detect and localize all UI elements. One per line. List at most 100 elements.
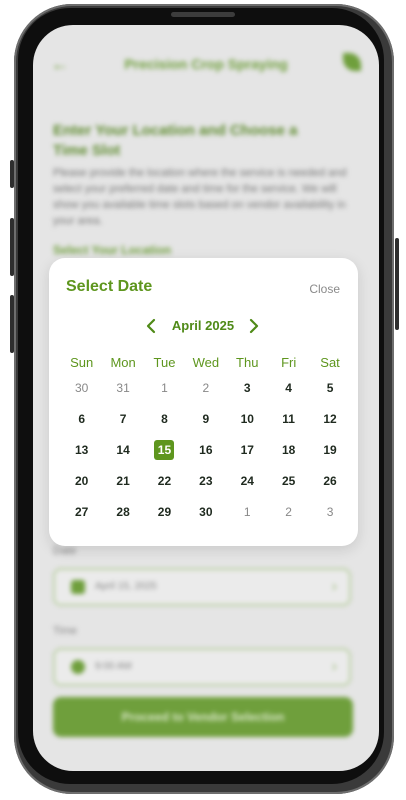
weekday-header: Sun Mon Tue Wed Thu Fri Sat xyxy=(61,352,351,372)
calendar-day-number: 4 xyxy=(285,380,292,395)
calendar-day[interactable]: 3 xyxy=(309,501,350,523)
weekday-label: Thu xyxy=(236,354,259,370)
calendar-grid: Sun Mon Tue Wed Thu Fri Sat 30 31 1 2 3 4 5 6 7 8 9 10 11 1… xyxy=(61,352,351,527)
calendar-day-number: 9 xyxy=(202,411,210,426)
speaker-grille xyxy=(171,12,235,17)
calendar-day-number: 13 xyxy=(75,442,89,457)
calendar-day-number: 3 xyxy=(326,504,334,519)
calendar-day[interactable]: 14 xyxy=(102,439,143,461)
calendar-day[interactable]: 9 xyxy=(185,408,226,430)
calendar-day-number: 25 xyxy=(281,473,296,488)
calendar-week-row: 13 14 15 16 17 18 19 xyxy=(61,434,351,465)
calendar-day[interactable]: 5 xyxy=(309,377,350,399)
close-button[interactable]: Close xyxy=(309,282,340,296)
calendar-day[interactable]: 2 xyxy=(268,501,309,523)
calendar-day[interactable]: 25 xyxy=(268,470,309,492)
weekday-label: Tue xyxy=(153,354,176,370)
calendar-day[interactable]: 6 xyxy=(61,408,102,430)
calendar-day-number: 22 xyxy=(157,473,172,488)
month-label: April 2025 xyxy=(171,318,235,333)
calendar-day-selected[interactable]: 15 xyxy=(144,439,185,461)
time-field[interactable]: 9:00 AM › xyxy=(53,648,351,686)
calendar-day[interactable]: 3 xyxy=(227,377,268,399)
weekday-label: Sun xyxy=(70,354,94,370)
chevron-left-icon xyxy=(146,318,156,334)
calendar-day-number: 3 xyxy=(243,380,251,395)
calendar-day[interactable]: 29 xyxy=(144,501,185,523)
weekday-label: Wed xyxy=(192,354,220,370)
calendar-day-number: 20 xyxy=(75,473,89,488)
time-value: 9:00 AM xyxy=(95,661,132,672)
modal-title: Select Date xyxy=(66,278,153,295)
date-picker-modal: Select Date Close April 2025 Sun Mon Tue We… xyxy=(49,258,358,546)
calendar-day[interactable]: 30 xyxy=(61,377,102,399)
date-field[interactable]: April 15, 2025 › xyxy=(53,568,351,606)
calendar-day[interactable]: 13 xyxy=(61,439,102,461)
calendar-day-number: 26 xyxy=(323,473,337,488)
date-label: Date xyxy=(53,545,77,557)
calendar-day[interactable]: 19 xyxy=(309,439,350,461)
calendar-day[interactable]: 10 xyxy=(227,408,268,430)
calendar-day[interactable]: 1 xyxy=(227,501,268,523)
power-button xyxy=(395,238,399,330)
calendar-day-number: 11 xyxy=(282,411,295,426)
calendar-day-number: 6 xyxy=(78,411,86,426)
calendar-week-row: 20 21 22 23 24 25 26 xyxy=(61,465,351,496)
calendar-day-number: 28 xyxy=(116,504,130,519)
calendar-day-number: 21 xyxy=(116,473,130,488)
calendar-day-number: 31 xyxy=(116,380,130,395)
calendar-day[interactable]: 23 xyxy=(185,470,226,492)
month-navigation: April 2025 xyxy=(49,316,358,336)
calendar-day-number: 2 xyxy=(285,504,292,519)
calendar-icon xyxy=(71,580,85,594)
calendar-day[interactable]: 16 xyxy=(185,439,226,461)
calendar-day-number: 5 xyxy=(326,380,334,395)
calendar-day-number: 15 xyxy=(154,439,175,460)
app-header: ← Precision Crop Spraying xyxy=(33,53,379,77)
weekday-label: Fri xyxy=(281,354,297,370)
calendar-day-number: 8 xyxy=(161,411,168,426)
calendar-day[interactable]: 26 xyxy=(309,470,350,492)
chevron-right-icon xyxy=(249,318,259,334)
calendar-week-row: 6 7 8 9 10 11 12 xyxy=(61,403,351,434)
previous-month-button[interactable] xyxy=(142,316,162,336)
calendar-day[interactable]: 30 xyxy=(185,501,226,523)
calendar-day[interactable]: 12 xyxy=(309,408,350,430)
calendar-day-number: 14 xyxy=(116,442,130,457)
calendar-day[interactable]: 18 xyxy=(268,439,309,461)
date-value: April 15, 2025 xyxy=(95,581,157,592)
calendar-day[interactable]: 24 xyxy=(227,470,268,492)
weekday-label: Mon xyxy=(110,354,136,370)
calendar-day[interactable]: 17 xyxy=(227,439,268,461)
select-location-label[interactable]: Select Your Location xyxy=(53,243,171,257)
calendar-day[interactable]: 31 xyxy=(102,377,143,399)
chevron-right-icon: › xyxy=(331,578,337,595)
calendar-day[interactable]: 20 xyxy=(61,470,102,492)
calendar-day[interactable]: 11 xyxy=(268,408,309,430)
calendar-day-number: 27 xyxy=(75,504,89,519)
calendar-day[interactable]: 27 xyxy=(61,501,102,523)
calendar-day[interactable]: 4 xyxy=(268,377,309,399)
calendar-day[interactable]: 7 xyxy=(102,408,143,430)
calendar-day-number: 1 xyxy=(243,504,251,519)
calendar-day-number: 10 xyxy=(240,411,254,426)
proceed-button[interactable]: Proceed to Vendor Selection xyxy=(53,697,353,737)
weekday-label: Sat xyxy=(320,354,340,370)
calendar-day-number: 7 xyxy=(119,411,127,426)
calendar-day-number: 2 xyxy=(202,380,210,395)
mute-switch xyxy=(10,160,14,188)
calendar-day[interactable]: 22 xyxy=(144,470,185,492)
calendar-day[interactable]: 28 xyxy=(102,501,143,523)
calendar-day[interactable]: 2 xyxy=(185,377,226,399)
calendar-day-number: 18 xyxy=(281,442,296,457)
calendar-day[interactable]: 1 xyxy=(144,377,185,399)
calendar-day[interactable]: 8 xyxy=(144,408,185,430)
page-description: Please provide the location where the se… xyxy=(53,167,347,227)
calendar-day[interactable]: 21 xyxy=(102,470,143,492)
calendar-week-row: 30 31 1 2 3 4 5 xyxy=(61,372,351,403)
header-title: Precision Crop Spraying xyxy=(124,56,288,72)
volume-up-button xyxy=(10,218,14,276)
calendar-day-number: 19 xyxy=(323,442,337,457)
next-month-button[interactable] xyxy=(243,316,263,336)
time-label: Time xyxy=(53,625,78,637)
